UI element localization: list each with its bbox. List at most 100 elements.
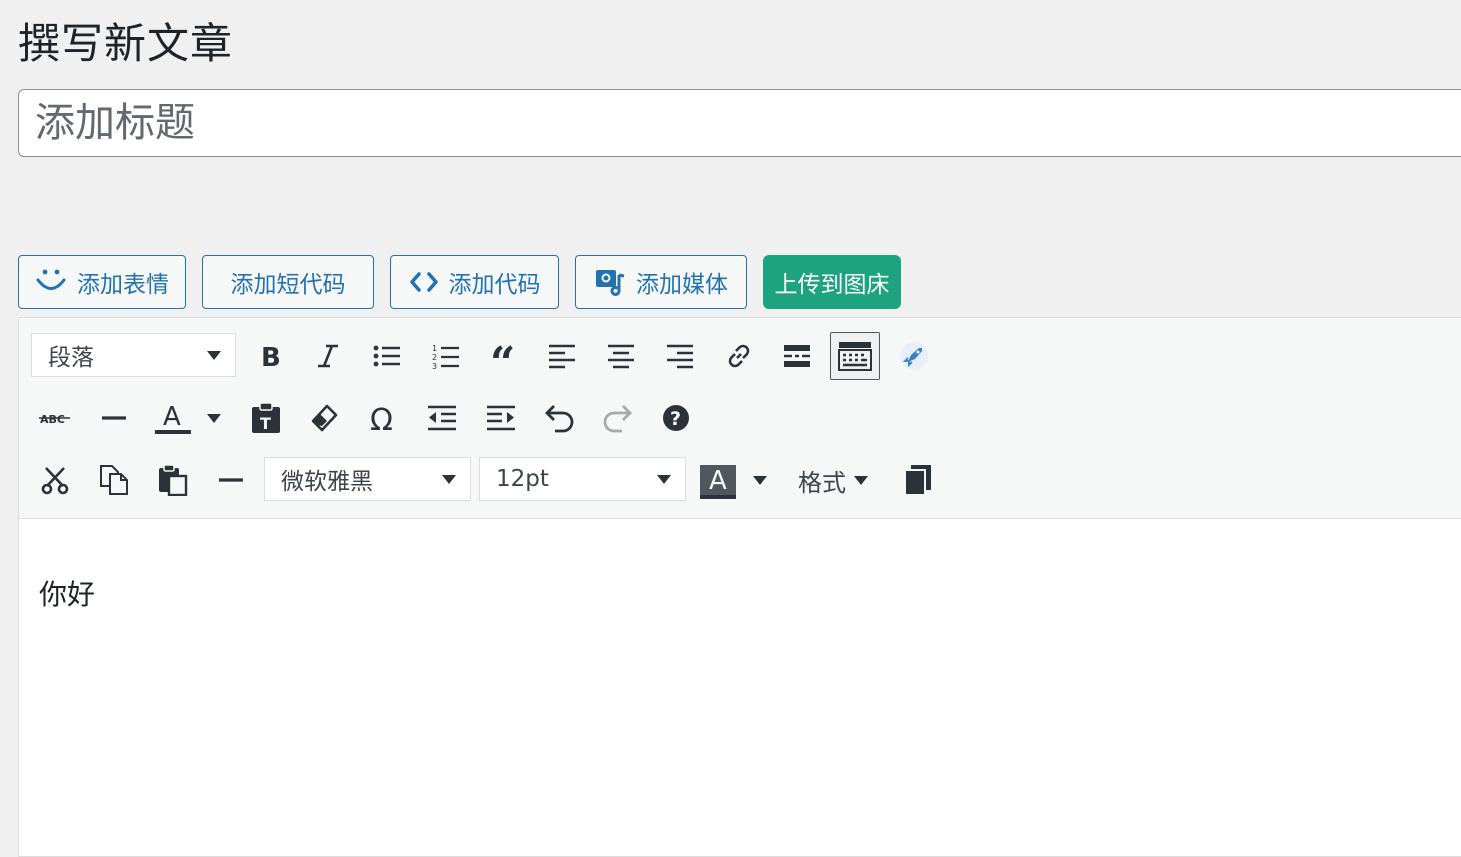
indent-icon <box>487 405 515 431</box>
text-color-icon: A <box>155 402 191 434</box>
horizontal-line-button[interactable] <box>92 396 136 440</box>
read-more-icon <box>784 345 810 367</box>
cut-button[interactable] <box>33 458 77 502</box>
strikethrough-button[interactable]: ABC <box>33 396 77 440</box>
toolbar-toggle-button[interactable] <box>830 332 880 380</box>
rocket-button[interactable] <box>892 334 936 378</box>
rocket-icon <box>900 342 928 370</box>
chevron-down-icon <box>207 413 221 423</box>
clear-formatting-button[interactable] <box>302 396 346 440</box>
paste-as-text-icon: T <box>252 402 280 433</box>
format-select[interactable]: 段落 <box>31 333 236 377</box>
add-shortcode-button[interactable]: 添加短代码 <box>202 255 374 309</box>
svg-text:2: 2 <box>432 353 437 362</box>
numbered-list-button[interactable]: 123 <box>424 334 468 378</box>
upload-label: 上传到图床 <box>774 272 890 298</box>
strikethrough-icon: ABC <box>39 413 70 426</box>
paste-button[interactable] <box>151 458 195 502</box>
special-character-button[interactable]: Ω <box>361 396 405 440</box>
italic-button[interactable] <box>306 334 350 378</box>
upload-to-image-host-button[interactable]: 上传到图床 <box>763 255 901 309</box>
svg-text:1: 1 <box>432 344 437 353</box>
special-character-icon: Ω <box>370 403 393 433</box>
add-code-button[interactable]: 添加代码 <box>390 255 559 309</box>
copy-document-button[interactable] <box>896 458 940 502</box>
format-select-value: 段落 <box>48 345 94 371</box>
text-color-button[interactable]: A <box>150 396 194 440</box>
separator-icon <box>219 478 243 482</box>
editor-content[interactable]: 你好 <box>39 573 95 613</box>
add-shortcode-label: 添加短代码 <box>230 272 346 298</box>
horizontal-line-icon <box>102 416 126 420</box>
svg-text:“: “ <box>490 344 515 368</box>
svg-text:ABC: ABC <box>40 413 65 426</box>
text-color-dropdown[interactable] <box>204 396 224 440</box>
help-icon: ? <box>663 405 689 431</box>
smiley-icon <box>36 269 66 290</box>
formats-menu[interactable]: 格式 <box>798 458 868 502</box>
formats-menu-label: 格式 <box>798 468 846 497</box>
read-more-button[interactable] <box>775 334 819 378</box>
copy-button[interactable] <box>92 458 136 502</box>
separator-button[interactable] <box>209 458 253 502</box>
link-icon <box>728 344 750 368</box>
undo-icon <box>545 405 574 433</box>
paste-icon <box>159 464 188 496</box>
font-family-value: 微软雅黑 <box>281 469 373 495</box>
align-center-icon <box>608 344 634 369</box>
outdent-button[interactable] <box>420 396 464 440</box>
add-emoji-button[interactable]: 添加表情 <box>18 255 186 309</box>
align-right-icon <box>667 344 693 369</box>
toolbar-toggle-icon <box>838 342 872 371</box>
editor: 段落 B 123 “ <box>18 317 1461 857</box>
numbered-list-icon: 123 <box>432 344 459 370</box>
media-icon <box>596 270 625 296</box>
copy-doc-icon <box>904 465 931 496</box>
chevron-down-icon <box>442 474 456 484</box>
italic-icon <box>318 344 338 368</box>
add-code-label: 添加代码 <box>448 272 541 298</box>
blockquote-button[interactable]: “ <box>483 334 527 378</box>
outdent-icon <box>428 405 456 431</box>
chevron-down-icon <box>657 474 671 484</box>
align-left-icon <box>549 344 575 369</box>
clear-formatting-icon <box>311 404 338 432</box>
redo-icon <box>603 405 632 433</box>
chevron-down-icon <box>207 350 221 360</box>
background-color-dropdown[interactable] <box>750 458 770 502</box>
svg-text:A: A <box>163 402 181 432</box>
paste-as-text-button[interactable]: T <box>244 396 288 440</box>
add-media-button[interactable]: 添加媒体 <box>575 255 747 309</box>
editor-toolbar: 段落 B 123 “ <box>19 318 1461 519</box>
align-right-button[interactable] <box>658 334 702 378</box>
copy-icon <box>100 465 128 495</box>
undo-button[interactable] <box>537 396 581 440</box>
bold-button[interactable]: B <box>248 334 292 378</box>
font-size-value: 12pt <box>496 466 549 492</box>
chevron-down-icon <box>753 475 767 485</box>
blockquote-icon: “ <box>490 344 515 368</box>
svg-text:T: T <box>260 414 271 433</box>
align-center-button[interactable] <box>599 334 643 378</box>
help-button[interactable]: ? <box>654 396 698 440</box>
svg-text:?: ? <box>670 408 681 430</box>
align-left-button[interactable] <box>540 334 584 378</box>
add-emoji-label: 添加表情 <box>77 272 169 298</box>
cut-icon <box>41 467 69 495</box>
background-color-button[interactable]: A <box>696 458 740 502</box>
add-media-label: 添加媒体 <box>636 272 728 298</box>
font-family-select[interactable]: 微软雅黑 <box>264 457 471 501</box>
indent-button[interactable] <box>479 396 523 440</box>
redo-button[interactable] <box>596 396 640 440</box>
chevron-down-icon <box>854 475 868 485</box>
svg-text:3: 3 <box>432 362 437 370</box>
svg-text:A: A <box>709 466 727 496</box>
bulleted-list-button[interactable] <box>365 334 409 378</box>
font-size-select[interactable]: 12pt <box>479 457 686 501</box>
code-icon <box>409 272 438 292</box>
background-color-icon: A <box>700 465 736 499</box>
insert-link-button[interactable] <box>717 334 761 378</box>
svg-text:Ω: Ω <box>370 403 393 433</box>
svg-text:B: B <box>261 343 281 369</box>
post-title-input[interactable] <box>18 89 1461 157</box>
